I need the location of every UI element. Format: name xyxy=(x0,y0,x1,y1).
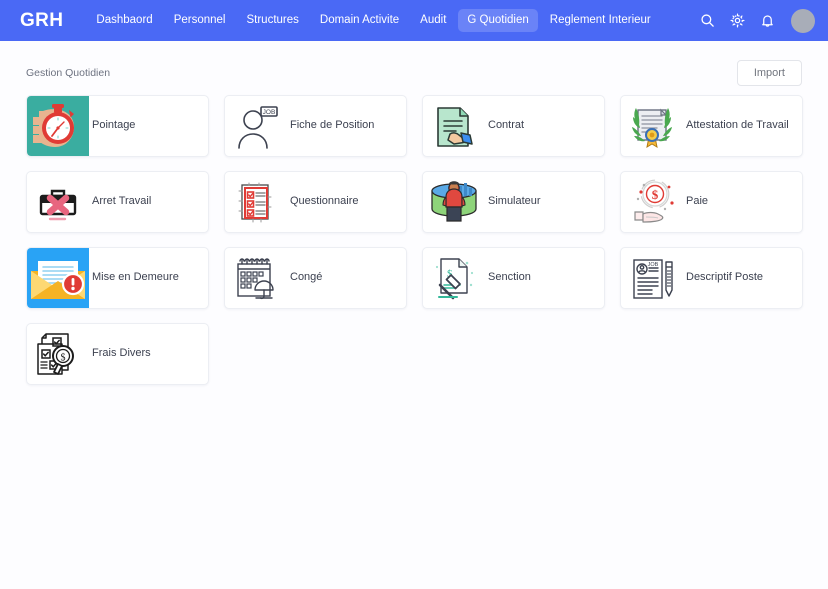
navbar-actions xyxy=(699,8,815,33)
module-grid: Pointage JOB Fiche de Position Contrat A… xyxy=(0,89,828,385)
card-label: Pointage xyxy=(92,119,136,132)
calendar-umbrella-icon xyxy=(225,248,287,308)
card-frais-divers[interactable]: $ Frais Divers xyxy=(26,323,209,385)
nav-item-dashboard[interactable]: Dashbaord xyxy=(87,9,161,33)
nav-item-audit[interactable]: Audit xyxy=(411,9,455,33)
card-label: Mise en Demeure xyxy=(92,271,179,284)
briefcase-cross-icon xyxy=(27,172,89,232)
resume-pencil-icon: JOB xyxy=(621,248,683,308)
nav-item-domain-activite[interactable]: Domain Activite xyxy=(311,9,408,33)
bell-icon[interactable] xyxy=(759,13,775,29)
top-navbar: GRH Dashbaord Personnel Structures Domai… xyxy=(0,0,828,41)
card-label: Contrat xyxy=(488,119,525,132)
svg-text:JOB: JOB xyxy=(263,109,276,116)
card-label: Frais Divers xyxy=(92,347,151,360)
page-title: Gestion Quotidien xyxy=(26,67,111,79)
svg-text:$: $ xyxy=(652,187,659,202)
card-questionnaire[interactable]: Questionnaire xyxy=(224,171,407,233)
card-mise-en-demeure[interactable]: Mise en Demeure xyxy=(26,247,209,309)
person-data-cylinder-icon xyxy=(423,172,485,232)
card-label: Paie xyxy=(686,195,709,208)
checklist-magnifier-dollar-icon: $ xyxy=(27,324,89,384)
card-label: Questionnaire xyxy=(290,195,359,208)
envelope-alert-icon xyxy=(27,248,89,308)
person-job-badge-icon: JOB xyxy=(225,96,287,156)
card-contrat[interactable]: Contrat xyxy=(422,95,605,157)
page-header: Gestion Quotidien Import xyxy=(0,41,828,89)
avatar[interactable] xyxy=(791,8,815,33)
card-fiche-de-position[interactable]: JOB Fiche de Position xyxy=(224,95,407,157)
card-paie[interactable]: $ Paie xyxy=(620,171,803,233)
card-conge[interactable]: Congé xyxy=(224,247,407,309)
search-icon[interactable] xyxy=(699,13,715,29)
nav-item-reglement-interieur[interactable]: Reglement Interieur xyxy=(541,9,660,33)
import-button[interactable]: Import xyxy=(736,60,802,86)
card-senction[interactable]: $ Senction xyxy=(422,247,605,309)
nav-item-g-quotidien[interactable]: G Quotidien xyxy=(458,8,538,33)
card-label: Attestation de Travail xyxy=(686,119,789,132)
svg-text:$: $ xyxy=(61,353,66,364)
document-gavel-icon: $ xyxy=(423,248,485,308)
card-label: Arret Travail xyxy=(92,195,152,208)
card-attestation-de-travail[interactable]: Attestation de Travail xyxy=(620,95,803,157)
card-pointage[interactable]: Pointage xyxy=(26,95,209,157)
gear-icon[interactable] xyxy=(729,13,745,29)
card-label: Fiche de Position xyxy=(290,119,375,132)
hand-coin-dollar-icon: $ xyxy=(621,172,683,232)
certificate-laurel-icon xyxy=(621,96,683,156)
checklist-clipboard-icon xyxy=(225,172,287,232)
card-descriptif-poste[interactable]: JOB Descriptif Poste xyxy=(620,247,803,309)
app-logo[interactable]: GRH xyxy=(20,11,63,30)
nav-item-personnel[interactable]: Personnel xyxy=(165,9,235,33)
card-label: Simulateur xyxy=(488,195,541,208)
card-arret-travail[interactable]: Arret Travail xyxy=(26,171,209,233)
nav-item-structures[interactable]: Structures xyxy=(237,9,307,33)
stopwatch-hand-icon xyxy=(27,96,89,156)
card-simulateur[interactable]: Simulateur xyxy=(422,171,605,233)
card-label: Senction xyxy=(488,271,531,284)
card-label: Congé xyxy=(290,271,323,284)
card-label: Descriptif Poste xyxy=(686,271,764,284)
main-navigation: Dashbaord Personnel Structures Domain Ac… xyxy=(87,8,660,33)
svg-text:JOB: JOB xyxy=(648,262,659,268)
contract-handshake-icon xyxy=(423,96,485,156)
